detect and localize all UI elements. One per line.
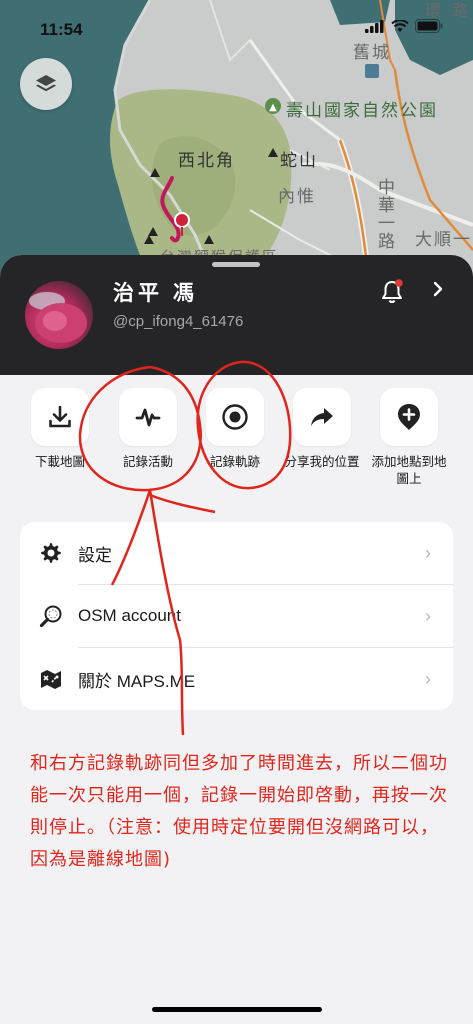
- avatar[interactable]: [25, 281, 93, 349]
- map-label-neiwei: 內惟: [278, 187, 316, 206]
- add-place-icon: [398, 404, 420, 430]
- profile-header[interactable]: 治平 馮 @cp_ifong4_61476: [0, 255, 473, 375]
- avatar-image: [29, 292, 87, 343]
- profile-handle: @cp_ifong4_61476: [113, 313, 244, 330]
- record-track-label: 記錄軌跡: [209, 455, 260, 469]
- status-time: 11:54: [40, 20, 83, 39]
- download-map-action[interactable]: 下載地圖: [17, 388, 103, 471]
- share-location-action[interactable]: 分享我的位置: [279, 388, 365, 471]
- bottom-sheet: 治平 馮 @cp_ifong4_61476 下載地圖 記錄活動 記錄軌跡 分享我…: [0, 255, 473, 1024]
- svg-text:▲: ▲: [269, 102, 277, 113]
- map-label-shoushan-park: 壽山國家自然公園: [286, 101, 438, 120]
- home-indicator[interactable]: [152, 1007, 322, 1012]
- download-map-label: 下載地圖: [34, 455, 85, 469]
- activity-icon: [135, 408, 161, 427]
- record-icon: [222, 404, 248, 430]
- layers-icon: [36, 75, 56, 92]
- sheet-grabber[interactable]: [212, 262, 260, 267]
- menu-item-settings-label: 設定: [78, 545, 112, 565]
- menu-item-settings[interactable]: 設定 ›: [20, 522, 453, 584]
- record-activity-action[interactable]: 記錄活動: [105, 388, 191, 471]
- chevron-right-icon: ›: [425, 605, 431, 626]
- menu-item-osm-label: OSM account: [78, 606, 181, 625]
- map-label-dashun: 大順一: [415, 230, 472, 249]
- map-layers-button[interactable]: [20, 58, 72, 110]
- map-label-xibeijiao: 西北角: [178, 151, 235, 170]
- menu-item-about[interactable]: 關於 MAPS.ME ›: [20, 648, 453, 710]
- annotation-note: 和右方記錄軌跡同但多加了時間進去，所以二個功能一次只能用一個，記錄一開始即啓動，…: [30, 753, 448, 870]
- record-track-action[interactable]: 記錄軌跡: [192, 388, 278, 471]
- share-icon: [311, 408, 333, 426]
- gear-icon: [38, 540, 64, 566]
- settings-menu: 設定 › OSM account › 關於 MAPS.ME ›: [20, 522, 453, 710]
- wifi-icon: [391, 19, 409, 32]
- quick-actions: 下載地圖 記錄活動 記錄軌跡 分享我的位置 添加地點到地圖上: [0, 388, 473, 518]
- menu-item-osm-account[interactable]: OSM account ›: [20, 585, 453, 647]
- profile-name: 治平 馮: [113, 282, 198, 305]
- magnifier-icon: [38, 603, 64, 629]
- menu-item-about-label: 關於 MAPS.ME: [78, 671, 196, 691]
- chevron-right-icon[interactable]: [430, 279, 446, 299]
- add-place-label: 添加地點到地圖上: [371, 455, 447, 486]
- add-place-action[interactable]: 添加地點到地圖上: [366, 388, 452, 488]
- map-label-zhonghua-road: 中華一路: [375, 178, 394, 250]
- battery-icon: [415, 19, 443, 33]
- map-label-sheshan: 蛇山: [280, 151, 318, 170]
- signal-icon: [365, 19, 384, 33]
- record-activity-label: 記錄活動: [122, 455, 173, 469]
- map-icon: [38, 666, 64, 692]
- bell-icon[interactable]: [380, 279, 404, 305]
- notification-dot: [395, 279, 403, 287]
- share-location-label: 分享我的位置: [284, 455, 360, 469]
- status-bar: 11:54: [0, 0, 473, 58]
- chevron-right-icon: ›: [425, 668, 431, 689]
- download-icon: [49, 405, 71, 428]
- chevron-right-icon: ›: [425, 542, 431, 563]
